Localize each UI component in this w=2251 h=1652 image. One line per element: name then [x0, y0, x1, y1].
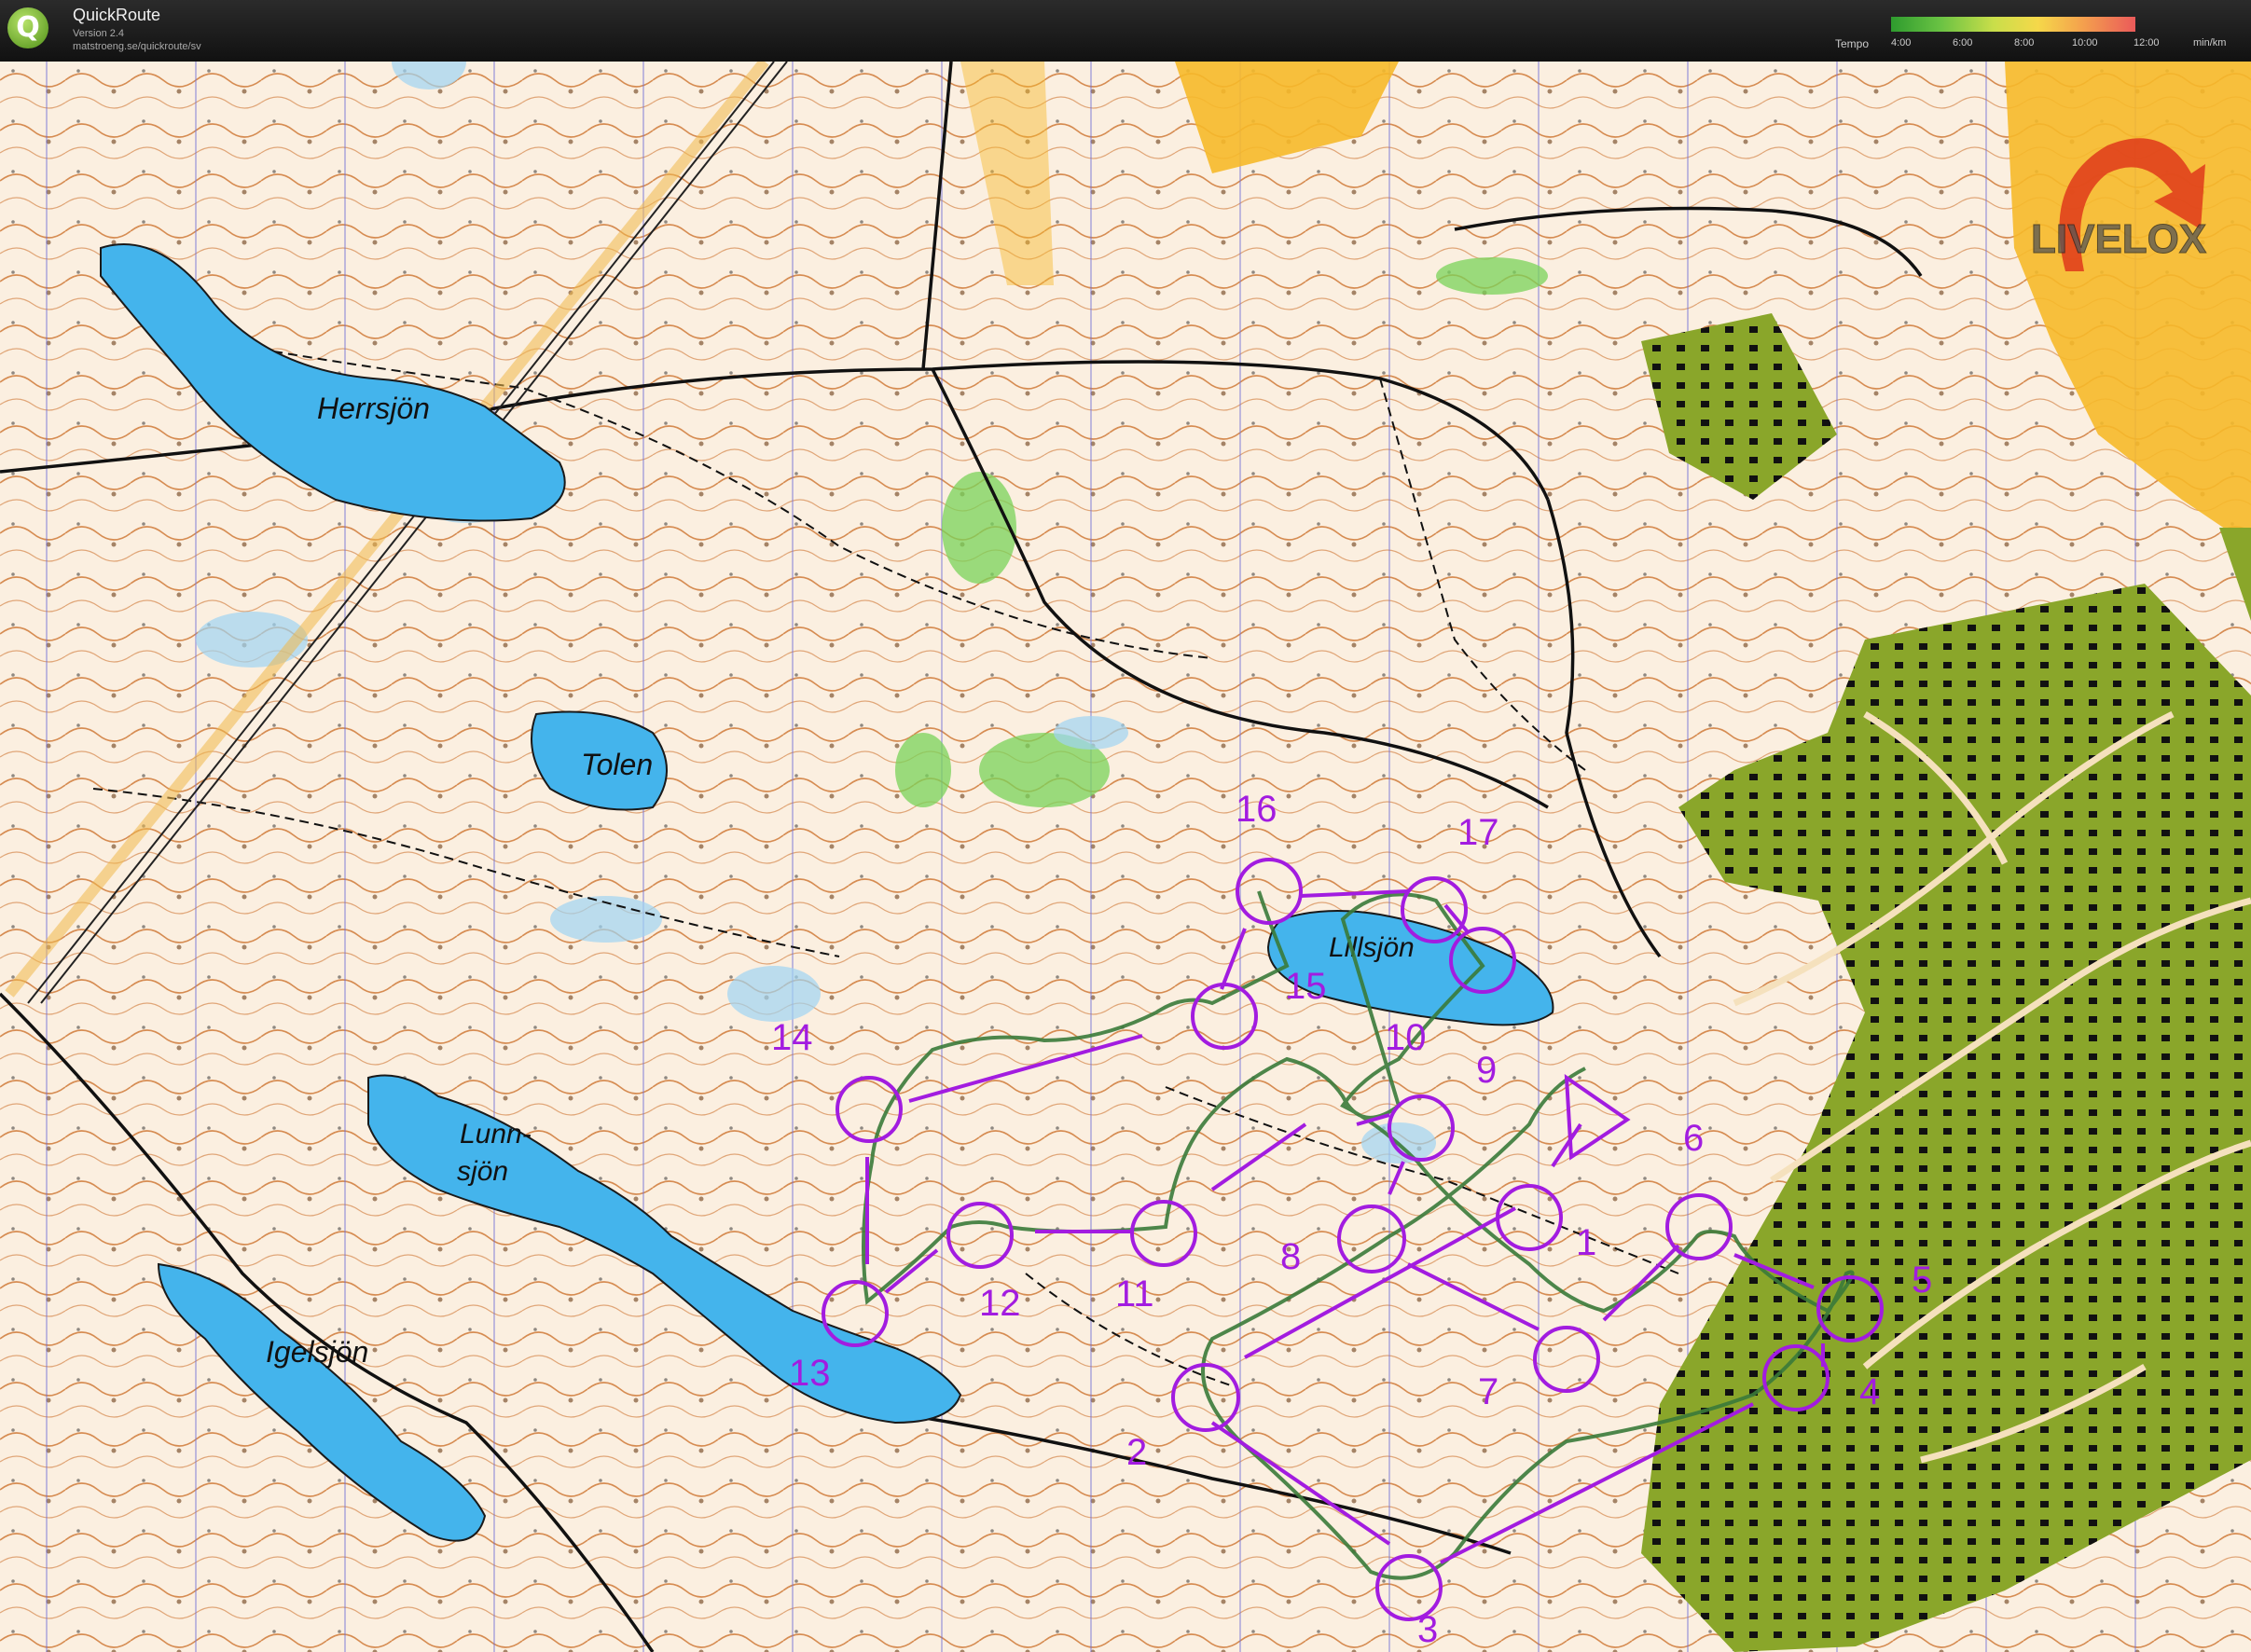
control-number-9: 9 [1476, 1050, 1497, 1091]
tempo-tick: 6:00 [1953, 37, 1973, 48]
tempo-tick: 8:00 [2014, 37, 2035, 48]
control-number-1: 1 [1576, 1222, 1596, 1263]
control-number-13: 13 [789, 1353, 831, 1394]
tempo-color-scale [1891, 17, 2135, 32]
quickroute-logo-icon: Q [7, 7, 48, 48]
app-url[interactable]: matstroeng.se/quickroute/sv [73, 41, 201, 52]
control-number-5: 5 [1912, 1260, 1932, 1301]
control-number-4: 4 [1859, 1371, 1880, 1412]
app-version: Version 2.4 [73, 28, 125, 39]
control-number-17: 17 [1457, 812, 1499, 853]
control-number-6: 6 [1683, 1118, 1704, 1159]
lake-label-lunnsjon-line2: sjön [457, 1156, 508, 1187]
livelox-logo-text: LIVELOX [2031, 216, 2206, 262]
control-number-7: 7 [1478, 1371, 1498, 1412]
tempo-tick: 4:00 [1891, 37, 1912, 48]
control-number-8: 8 [1280, 1236, 1301, 1277]
map-view[interactable]: Herrsjön Tolen Lunn- sjön Igelsjön Lills… [0, 62, 2251, 1652]
orienteering-map[interactable]: Herrsjön Tolen Lunn- sjön Igelsjön Lills… [0, 62, 2251, 1652]
lake-label-herrsjon: Herrsjön [317, 392, 430, 425]
lake-label-igelsjon: Igelsjön [266, 1335, 368, 1369]
control-number-10: 10 [1385, 1017, 1427, 1058]
control-number-3: 3 [1417, 1609, 1438, 1650]
app-title: QuickRoute [73, 6, 161, 24]
control-number-12: 12 [979, 1283, 1021, 1324]
lake-label-tolen: Tolen [581, 748, 653, 781]
control-number-15: 15 [1285, 966, 1327, 1007]
control-number-11: 11 [1115, 1273, 1154, 1315]
tempo-tick: 10:00 [2072, 37, 2098, 48]
tempo-tick: 12:00 [2134, 37, 2160, 48]
title-bar: Q QuickRoute Version 2.4 matstroeng.se/q… [0, 0, 2251, 62]
tempo-unit: min/km [2193, 37, 2227, 48]
tempo-label: Tempo [1835, 37, 1870, 50]
control-number-16: 16 [1236, 789, 1277, 830]
control-number-14: 14 [771, 1017, 813, 1058]
lake-label-lunnsjon-line1: Lunn- [460, 1119, 532, 1150]
lake-label-lillsjon: Lillsjön [1329, 932, 1415, 963]
control-number-2: 2 [1126, 1432, 1147, 1473]
